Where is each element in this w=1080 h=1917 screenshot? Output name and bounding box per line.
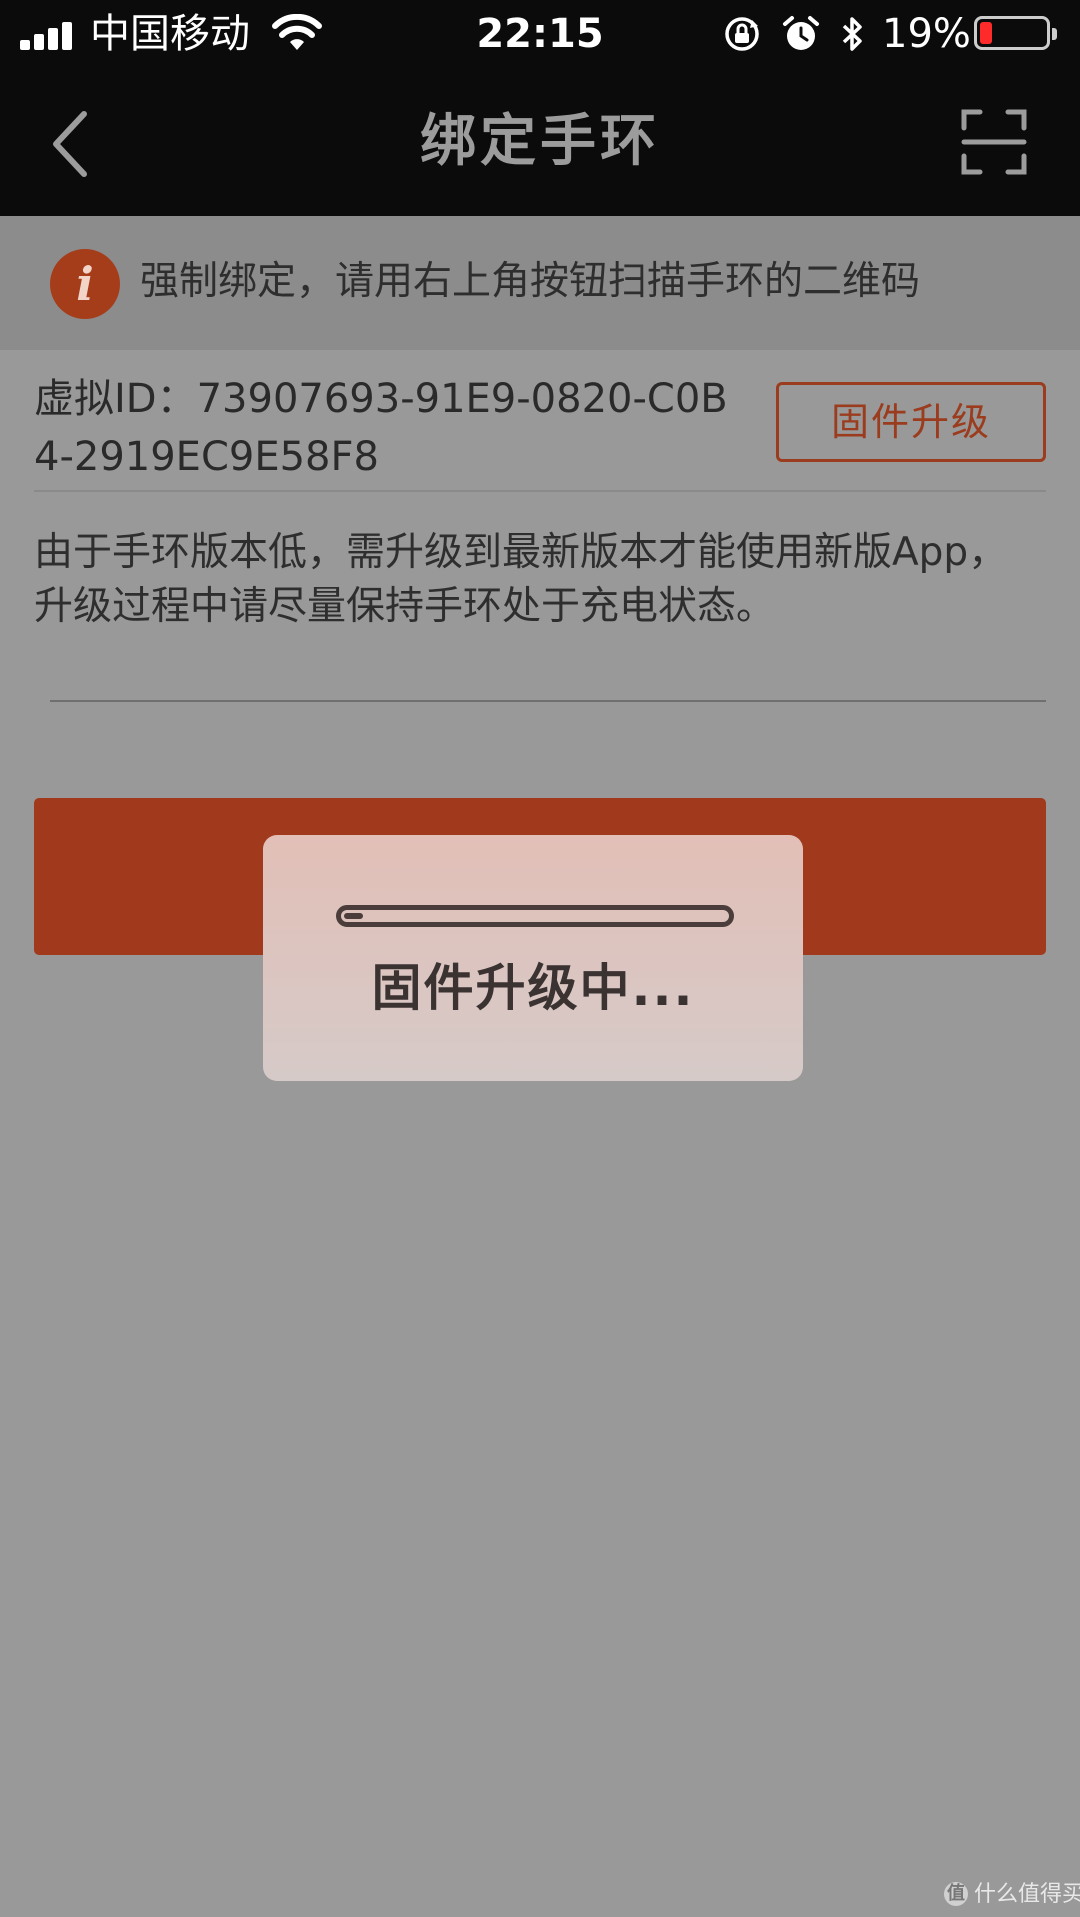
status-bar: 中国移动 22:15 19%	[0, 0, 1080, 68]
watermark: 值 什么值得买	[944, 1880, 1080, 1910]
notice-text: 强制绑定，请用右上角按钮扫描手环的二维码	[140, 259, 921, 304]
upgrade-description: 由于手环版本低，需升级到最新版本才能使用新版App，升级过程中请尽量保持手环处于…	[34, 530, 1008, 629]
divider	[34, 490, 1046, 492]
virtual-id: 虚拟ID：73907693-91E9-0820-C0B4-2919EC9E58F…	[34, 376, 728, 480]
watermark-text: 什么值得买	[974, 1882, 1080, 1907]
nav-bar: 绑定手环	[0, 68, 1080, 216]
rotation-lock-icon	[725, 17, 759, 51]
battery-level	[980, 22, 993, 44]
progress-fill	[344, 913, 364, 919]
battery-icon	[974, 16, 1057, 50]
notice-bar: i 强制绑定，请用右上角按钮扫描手环的二维码	[0, 216, 1080, 350]
divider	[50, 700, 1046, 702]
bluetooth-icon	[842, 17, 862, 51]
progress-label: 固件升级中...	[371, 959, 695, 1017]
info-icon: i	[50, 249, 120, 319]
device-card: 虚拟ID：73907693-91E9-0820-C0B4-2919EC9E58F…	[0, 350, 1080, 668]
scan-qr-icon[interactable]	[960, 108, 1028, 176]
firmware-upgrade-button[interactable]: 固件升级	[776, 382, 1046, 462]
watermark-logo: 值	[944, 1882, 968, 1906]
page-title: 绑定手环	[420, 109, 660, 174]
progress-bar	[336, 905, 734, 927]
alarm-icon	[783, 16, 819, 50]
battery-percent: 19%	[882, 11, 971, 57]
progress-dialog: 固件升级中...	[263, 835, 803, 1081]
